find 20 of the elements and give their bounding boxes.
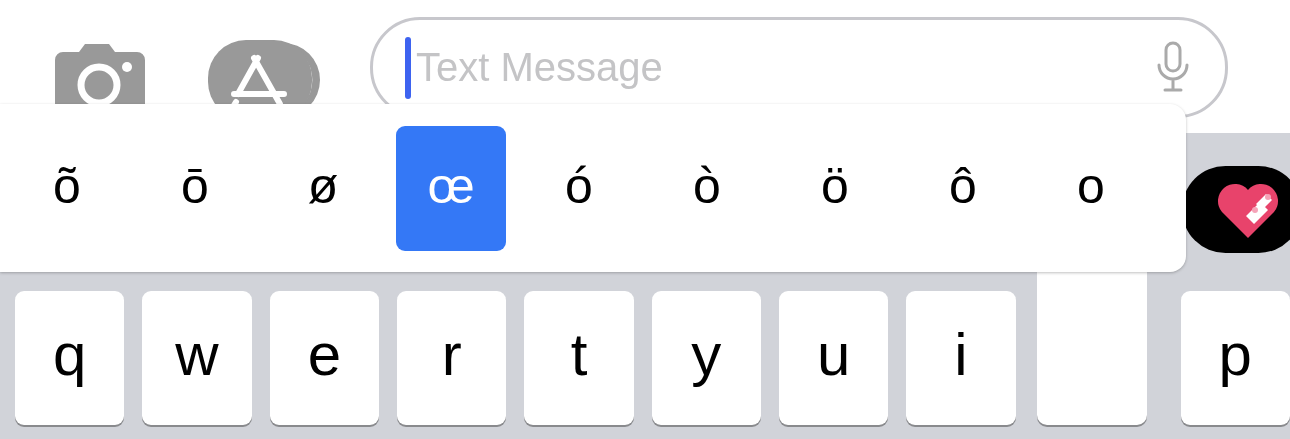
key[interactable]: e <box>269 291 379 425</box>
microphone-icon[interactable] <box>1156 41 1190 93</box>
accent-option[interactable]: ø <box>268 126 378 251</box>
accent-option[interactable]: ô <box>908 126 1018 251</box>
accent-option[interactable]: œ <box>396 126 506 251</box>
key[interactable]: u <box>778 291 889 425</box>
accent-option[interactable]: ō <box>140 126 250 251</box>
accent-option[interactable]: ò <box>652 126 762 251</box>
key[interactable]: q <box>15 291 125 425</box>
accent-option[interactable]: õ <box>12 126 122 251</box>
text-cursor <box>405 37 411 99</box>
key[interactable]: w <box>142 291 252 425</box>
key[interactable]: r <box>397 291 507 425</box>
key[interactable]: i <box>906 291 1016 425</box>
accent-option[interactable]: ó <box>524 126 634 251</box>
key[interactable]: t <box>524 291 634 425</box>
key[interactable]: y <box>651 291 761 425</box>
accent-option[interactable]: o <box>1036 126 1146 251</box>
accent-option[interactable]: ö <box>780 126 890 251</box>
key[interactable]: p <box>1180 291 1290 425</box>
